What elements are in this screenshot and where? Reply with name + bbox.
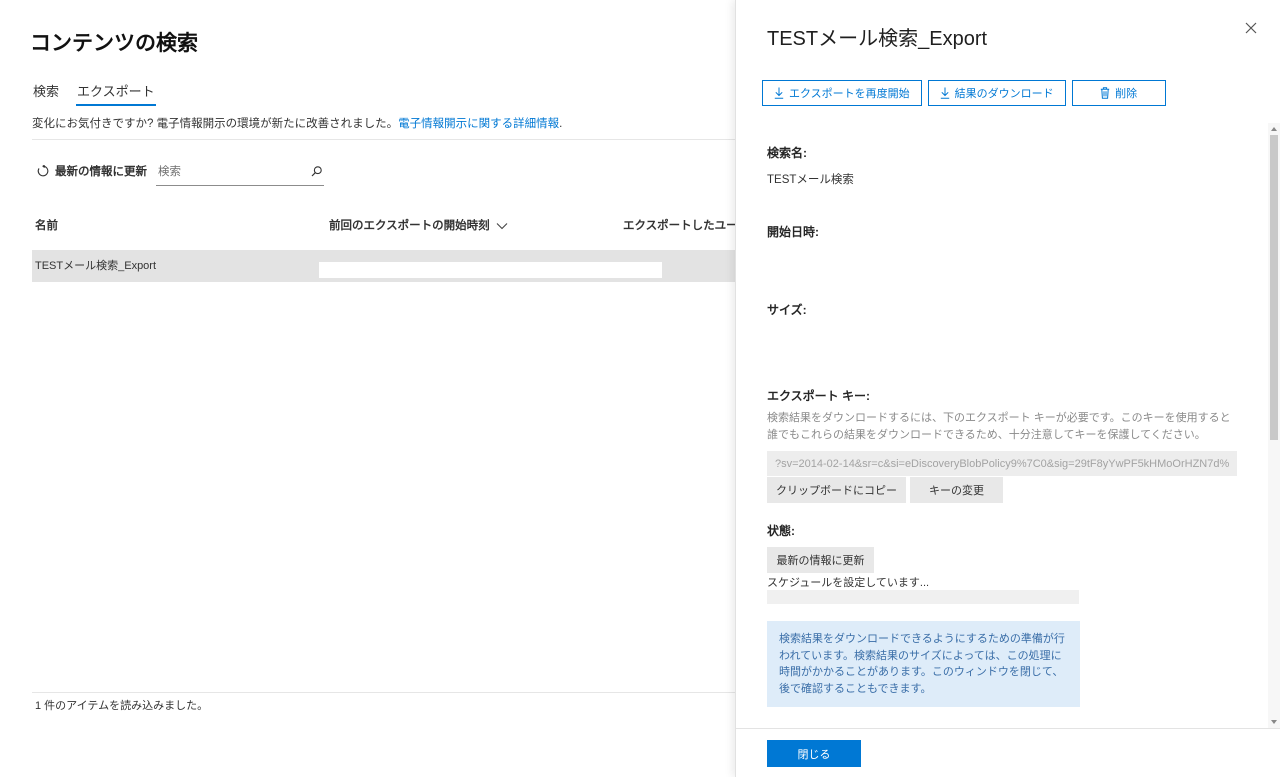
close-panel-button[interactable] <box>1243 20 1259 36</box>
caret-down-icon <box>1271 720 1277 724</box>
scroll-up-arrow[interactable] <box>1268 124 1280 134</box>
column-header-label: 前回のエクスポートの開始時刻 <box>329 220 490 232</box>
status-label: 状態: <box>767 524 795 538</box>
download-results-label: 結果のダウンロード <box>954 88 1054 100</box>
export-key-actions: クリップボードにコピー キーの変更 <box>767 477 1268 503</box>
panel-content: 検索名: TESTメール検索 開始日時: サイズ: エクスポート キー: 検索結… <box>736 123 1268 728</box>
row-name: TESTメール検索_Export <box>35 260 157 272</box>
chevron-down-icon <box>496 223 508 230</box>
close-icon <box>1245 22 1257 34</box>
refresh-icon <box>37 165 49 177</box>
notice-banner: 変化にお気付きですか? 電子情報開示の環境が新たに改善されました。電子情報開示に… <box>32 117 562 132</box>
search-name-value: TESTメール検索 <box>767 174 854 186</box>
panel-action-bar: エクスポートを再度開始 結果のダウンロード 削除 <box>762 80 1166 106</box>
delete-button[interactable]: 削除 <box>1071 80 1166 106</box>
column-header-name[interactable]: 名前 <box>35 218 58 234</box>
items-loaded-status: 1 件のアイテムを読み込みました。 <box>35 700 209 712</box>
panel-footer: 閉じる <box>736 728 1280 777</box>
page-title: コンテンツの検索 <box>30 32 198 55</box>
search-name-label: 検索名: <box>767 146 807 160</box>
column-header-exported-by[interactable]: エクスポートしたユー <box>623 218 735 234</box>
copy-to-clipboard-button[interactable]: クリップボードにコピー <box>767 477 906 503</box>
panel-scrollbar[interactable] <box>1268 123 1280 728</box>
header-divider <box>32 139 735 140</box>
start-date-label: 開始日時: <box>767 225 819 239</box>
restart-export-label: エクスポートを再度開始 <box>789 88 910 100</box>
download-icon <box>940 87 949 99</box>
export-progress-bar <box>767 590 1079 604</box>
redacted-start-time <box>319 262 662 278</box>
export-details-panel: TESTメール検索_Export エクスポートを再度開始 結果のダウンロード 削… <box>735 0 1280 777</box>
search-box <box>156 159 324 186</box>
export-key-description: 検索結果をダウンロードするには、下のエクスポート キーが必要です。このキーを使用… <box>767 412 1231 441</box>
change-key-button[interactable]: キーの変更 <box>910 477 1003 503</box>
content-search-page: コンテンツの検索 検索 エクスポート 変化にお気付きですか? 電子情報開示の環境… <box>0 0 735 777</box>
search-input[interactable] <box>156 159 324 185</box>
tab-bar: 検索 エクスポート <box>33 83 156 106</box>
search-icon[interactable] <box>311 166 322 177</box>
scrollbar-thumb[interactable] <box>1270 135 1278 440</box>
export-key-field[interactable] <box>767 451 1237 476</box>
table-header: 名前 前回のエクスポートの開始時刻 エクスポートしたユー <box>0 218 735 234</box>
notice-text: 変化にお気付きですか? 電子情報開示の環境が新たに改善されました。 <box>32 118 399 130</box>
download-results-button[interactable]: 結果のダウンロード <box>927 80 1066 106</box>
status-refresh-button[interactable]: 最新の情報に更新 <box>767 547 874 573</box>
column-header-last-export-start[interactable]: 前回のエクスポートの開始時刻 <box>329 218 508 234</box>
refresh-label: 最新の情報に更新 <box>55 166 147 178</box>
tab-search[interactable]: 検索 <box>33 83 59 100</box>
download-icon <box>774 87 784 99</box>
panel-title: TESTメール検索_Export <box>767 28 988 50</box>
notice-suffix: . <box>559 118 563 130</box>
close-button[interactable]: 閉じる <box>767 740 861 767</box>
export-key-label: エクスポート キー: <box>767 389 870 403</box>
status-state-text: スケジュールを設定しています... <box>767 577 930 589</box>
refresh-button[interactable]: 最新の情報に更新 <box>37 163 147 179</box>
tab-export[interactable]: エクスポート <box>76 83 156 106</box>
trash-icon <box>1100 87 1110 99</box>
restart-export-button[interactable]: エクスポートを再度開始 <box>762 80 922 106</box>
scroll-down-arrow[interactable] <box>1268 717 1280 727</box>
ediscovery-info-link[interactable]: 電子情報開示に関する詳細情報 <box>398 118 559 130</box>
delete-label: 削除 <box>1115 88 1138 100</box>
preparing-info-message: 検索結果をダウンロードできるようにするための準備が行われています。検索結果のサイ… <box>767 621 1080 707</box>
footer-divider <box>32 692 735 693</box>
caret-up-icon <box>1271 127 1277 131</box>
size-label: サイズ: <box>767 303 807 317</box>
table-row[interactable]: TESTメール検索_Export <box>32 250 735 282</box>
